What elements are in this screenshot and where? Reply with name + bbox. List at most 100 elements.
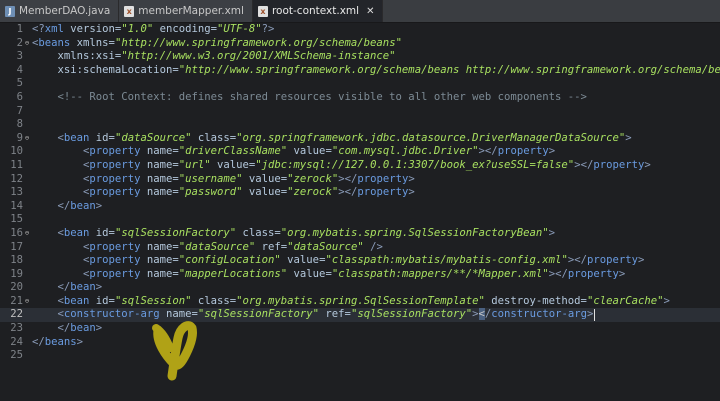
line-number: 22: [10, 308, 23, 321]
token-attr: name=: [140, 254, 179, 267]
code-line[interactable]: 13 <property name="password" value="zero…: [0, 186, 720, 200]
token-tag: property: [89, 186, 141, 199]
token-br: </: [57, 322, 71, 335]
code-line[interactable]: 4 xsi:schemaLocation="http://www.springf…: [0, 64, 720, 78]
token-br: </: [574, 254, 587, 267]
code-line[interactable]: 2 ⊖ <beans xmlns="http://www.springframewo…: [0, 37, 720, 51]
token-val: "driverClassName": [178, 145, 288, 158]
fold-toggle-icon[interactable]: ⊖: [23, 132, 31, 146]
code-line[interactable]: 24 </beans>: [0, 336, 720, 350]
token-val: "jdbc:mysql://127.0.0.1:3307/book_ex?use…: [255, 158, 575, 171]
token-tag: bean: [70, 322, 96, 335]
token-tag: bean: [70, 281, 96, 294]
token-val: "clearCache": [586, 294, 664, 307]
code-line[interactable]: 8: [0, 118, 720, 132]
code-line[interactable]: 19 <property name="mapperLocations" valu…: [0, 268, 720, 282]
code-editor[interactable]: 1 <?xml version="1.0" encoding="UTF-8"?> 2…: [0, 23, 720, 401]
line-number: 25: [10, 349, 23, 362]
code-text: xsi:schemaLocation="http://www.springfra…: [32, 64, 720, 78]
code-line[interactable]: 6 <!-- Root Context: defines shared reso…: [0, 91, 720, 105]
code-line[interactable]: 7: [0, 105, 720, 119]
token-attr: class=: [191, 294, 237, 307]
token-val: "sqlSessionFactory": [114, 226, 237, 239]
editor-tab-bar: J MemberDAO.java x memberMapper.xml x root-co…: [0, 0, 720, 23]
code-line[interactable]: 1 <?xml version="1.0" encoding="UTF-8"?>: [0, 23, 720, 37]
tab-label: root-context.xml: [271, 5, 360, 17]
token-attr: xmlns:xsi=: [57, 50, 122, 63]
code-line[interactable]: 22 <constructor-arg name="sqlSessionFact…: [0, 308, 720, 323]
token-br: >: [408, 186, 415, 199]
token-tag: property: [497, 145, 549, 158]
code-text: <bean id="dataSource" class="org.springf…: [32, 132, 632, 146]
token-attr: xmlns=: [70, 36, 115, 49]
code-line[interactable]: 17 <property name="dataSource" ref="data…: [0, 241, 720, 255]
token-attr: name=: [140, 172, 179, 185]
code-line[interactable]: 15: [0, 213, 720, 227]
token-br: >: [586, 308, 594, 321]
code-text: <property name="url" value="jdbc:mysql:/…: [32, 159, 651, 173]
line-number: 15: [10, 213, 23, 226]
token-tag: property: [357, 186, 409, 199]
token-br: </: [555, 267, 568, 280]
code-line[interactable]: 21 ⊖ <bean id="sqlSession" class="org.myb…: [0, 295, 720, 309]
code-line[interactable]: 14 </bean>: [0, 200, 720, 214]
token-tag: beans: [44, 335, 77, 348]
close-icon[interactable]: ✕: [366, 6, 374, 17]
token-val: "http://www.springframework.org/schema/b…: [114, 36, 402, 49]
tab-memberdao-java[interactable]: J MemberDAO.java: [0, 0, 120, 22]
line-number: 12: [10, 172, 23, 185]
token-tag: property: [89, 267, 141, 280]
token-attr: ref=: [319, 308, 351, 321]
code-text: <property name="dataSource" ref="dataSou…: [32, 241, 383, 255]
code-text: </bean>: [32, 281, 103, 295]
token-br: >: [408, 172, 415, 185]
tab-root-context-xml[interactable]: x root-context.xml ✕: [252, 0, 384, 22]
xml-file-icon: x: [124, 5, 135, 17]
token-tag: property: [567, 267, 619, 280]
code-line[interactable]: 10 <property name="driverClassName" valu…: [0, 145, 720, 159]
token-attr: name=: [140, 186, 179, 199]
token-br: >: [548, 226, 556, 239]
code-text: <property name="username" value="zerock"…: [32, 173, 415, 187]
token-br: >: [95, 281, 103, 294]
token-br: >: [663, 294, 670, 307]
code-line[interactable]: 23 </bean>: [0, 322, 720, 336]
token-br: </: [484, 145, 498, 158]
code-line[interactable]: 16 ⊖ <bean id="sqlSessionFactory" class="…: [0, 227, 720, 241]
line-number: 5: [16, 77, 23, 90]
token-val: "sqlSession": [114, 294, 192, 307]
tab-membermapper-xml[interactable]: x memberMapper.xml: [119, 0, 253, 22]
code-line[interactable]: 3 xmlns:xsi="http://www.w3.org/2001/XMLS…: [0, 50, 720, 64]
token-attr: class=: [191, 131, 237, 144]
code-text: <property name="mapperLocations" value="…: [32, 268, 625, 282]
token-attr: name=: [140, 240, 179, 253]
token-attr: name=: [140, 158, 179, 171]
fold-toggle-icon[interactable]: ⊖: [23, 295, 31, 309]
token-val: "zerock": [287, 186, 339, 199]
token-val: "UTF-8": [216, 23, 262, 35]
token-attr: xsi:schemaLocation=: [57, 63, 179, 76]
token-attr: id=: [89, 226, 115, 239]
token-tag: property: [586, 254, 639, 267]
token-val: "org.mybatis.spring.SqlSessionFactoryBea…: [280, 226, 549, 239]
line-number: 13: [10, 186, 23, 199]
code-line[interactable]: 5: [0, 77, 720, 91]
fold-toggle-icon[interactable]: ⊖: [23, 227, 31, 241]
code-line[interactable]: 18 <property name="configLocation" value…: [0, 254, 720, 268]
token-val: "dataSource": [114, 131, 192, 144]
token-br: <?: [32, 23, 45, 35]
code-line[interactable]: 11 <property name="url" value="jdbc:mysq…: [0, 159, 720, 173]
code-line[interactable]: 20 </bean>: [0, 281, 720, 295]
code-text: <property name="driverClassName" value="…: [32, 145, 555, 159]
token-attr: id=: [89, 294, 115, 307]
code-line[interactable]: 12 <property name="username" value="zero…: [0, 173, 720, 187]
fold-toggle-icon[interactable]: ⊖: [23, 37, 31, 51]
code-line[interactable]: 9 ⊖ <bean id="dataSource" class="org.spri…: [0, 132, 720, 146]
code-line[interactable]: 25: [0, 349, 720, 363]
token-val: "org.springframework.jdbc.datasource.Dri…: [236, 131, 626, 144]
